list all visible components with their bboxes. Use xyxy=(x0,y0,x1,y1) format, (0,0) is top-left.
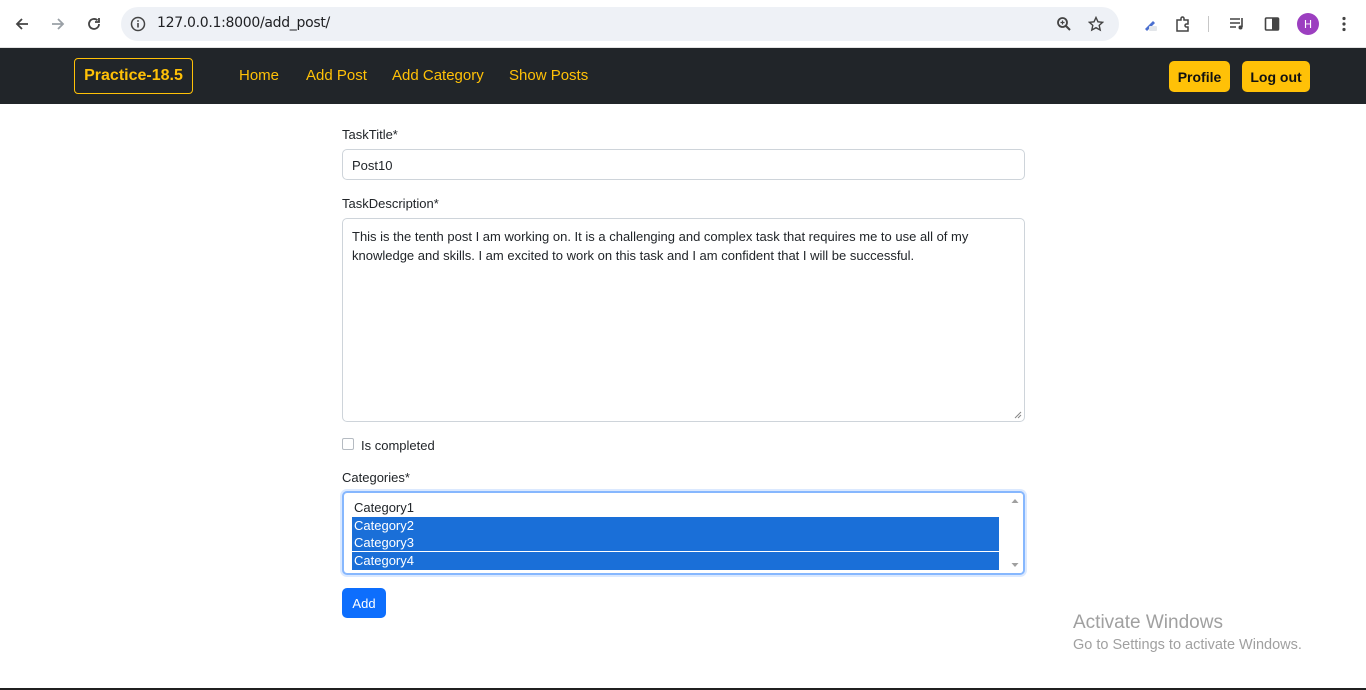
scroll-up-icon[interactable] xyxy=(1011,499,1019,503)
url-text[interactable]: 127.0.0.1:8000/add_post/ xyxy=(157,15,330,31)
menu-kebab-icon[interactable] xyxy=(1332,12,1356,36)
extensions-puzzle-icon[interactable] xyxy=(1171,12,1195,36)
nav-link-add-category[interactable]: Add Category xyxy=(392,67,484,84)
browser-toolbar: 127.0.0.1:8000/add_post/ H xyxy=(0,0,1366,48)
description-text: This is the tenth post I am working on. … xyxy=(352,229,969,263)
brand-link[interactable]: Practice-18.5 xyxy=(74,58,193,94)
category-option[interactable]: Category2 xyxy=(352,517,999,534)
logout-button[interactable]: Log out xyxy=(1242,61,1310,92)
forward-icon[interactable] xyxy=(46,12,70,36)
category-option[interactable]: Category4 xyxy=(352,552,999,570)
title-input[interactable]: Post10 xyxy=(342,149,1025,180)
profile-avatar[interactable]: H xyxy=(1297,13,1319,35)
categories-label: Categories* xyxy=(342,470,410,485)
profile-button[interactable]: Profile xyxy=(1169,61,1230,92)
extension-pen-icon[interactable] xyxy=(1138,12,1162,36)
completed-checkbox[interactable] xyxy=(342,438,354,450)
categories-multiselect[interactable]: Category1 Category2 Category3 Category4 xyxy=(342,491,1025,575)
nav-link-show-posts[interactable]: Show Posts xyxy=(509,67,588,84)
reload-icon[interactable] xyxy=(82,12,106,36)
site-navbar: Practice-18.5 Home Add Post Add Category… xyxy=(0,48,1366,104)
add-button[interactable]: Add xyxy=(342,588,386,618)
description-label: TaskDescription* xyxy=(342,196,439,211)
description-textarea[interactable]: This is the tenth post I am working on. … xyxy=(342,218,1025,422)
activation-watermark-subtitle: Go to Settings to activate Windows. xyxy=(1073,637,1302,653)
scroll-down-icon[interactable] xyxy=(1011,563,1019,567)
side-panel-icon[interactable] xyxy=(1260,12,1284,36)
nav-link-home[interactable]: Home xyxy=(239,67,279,84)
select-scrollbar[interactable] xyxy=(1007,493,1023,573)
activation-watermark-title: Activate Windows xyxy=(1073,612,1223,633)
completed-label[interactable]: Is completed xyxy=(361,438,435,453)
title-label: TaskTitle* xyxy=(342,127,398,142)
toolbar-separator xyxy=(1208,16,1209,32)
resize-handle-icon[interactable] xyxy=(1014,411,1022,419)
back-icon[interactable] xyxy=(10,12,34,36)
category-option[interactable]: Category1 xyxy=(352,499,999,516)
bookmark-star-icon[interactable] xyxy=(1086,14,1106,34)
nav-link-add-post[interactable]: Add Post xyxy=(306,67,367,84)
site-info-icon[interactable] xyxy=(129,15,147,33)
zoom-icon[interactable] xyxy=(1054,14,1074,34)
category-option[interactable]: Category3 xyxy=(352,534,999,551)
address-bar[interactable]: 127.0.0.1:8000/add_post/ xyxy=(121,7,1119,41)
media-controls-icon[interactable] xyxy=(1225,12,1249,36)
